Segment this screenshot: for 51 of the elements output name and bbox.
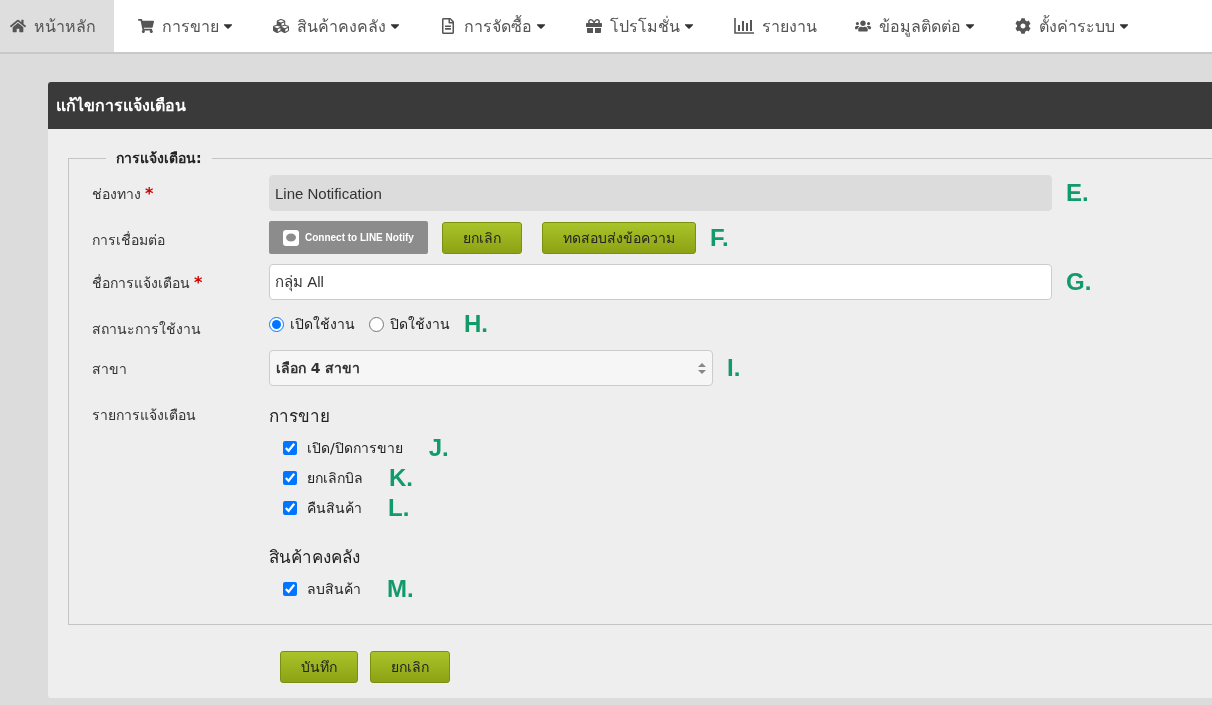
group-title: การขาย [269,405,331,428]
nav-icon [10,18,26,34]
field-label: การเชื่อมต่อ [92,230,166,250]
save-button[interactable]: บันทึก [280,651,358,683]
notification-option[interactable]: ลบสินค้า M. [283,574,449,604]
annotation-label: E. [1066,179,1089,207]
field-label: รายการแจ้งเตือน [92,406,197,425]
annotation-label: F. [709,223,729,252]
annotation-label: L. [388,494,410,522]
status-radio-option[interactable]: ปิดใช้งาน [369,313,450,335]
nav-icon [855,18,871,34]
annotation-label: I. [727,354,741,382]
test-message-button[interactable]: ทดสอบส่งข้อความ [541,221,696,254]
annotation-label: G. [1066,268,1092,296]
checkbox[interactable] [283,501,297,515]
nav-icon [440,18,456,34]
annotation-label: K. [389,464,413,492]
radio-button[interactable] [369,316,384,332]
nav-icon [138,18,154,34]
checkbox[interactable] [283,441,297,455]
chat-bubble-icon [283,229,299,246]
group-title: สินค้าคงคลัง [269,546,361,569]
notification-option[interactable]: เปิด/ปิดการขาย J. [283,433,449,463]
annotation-label: H. [464,310,488,338]
required-mark: * [145,184,154,203]
nav-icon [273,18,289,34]
annotation-label: M. [387,575,414,603]
nav-icon [586,18,602,34]
nav-icon [1015,18,1031,34]
channel-field[interactable]: Line Notification [269,175,1052,211]
cancel-button[interactable]: ยกเลิก [441,221,522,254]
cancel-button[interactable]: ยกเลิก [370,651,450,683]
notification-option[interactable]: ยกเลิกบิล K. [283,463,449,493]
panel-title: แก้ไขการแจ้งเตือน [48,82,1212,129]
bar-chart-icon [734,18,754,34]
status-radio-option[interactable]: เปิดใช้งาน [269,313,355,335]
annotation-label: J. [428,434,449,462]
radio-button[interactable] [269,316,284,332]
branch-select[interactable]: เลือก 4 สาขา [269,350,713,386]
nav-menu-item[interactable]: หน้าหลัก [0,0,114,52]
sort-arrows-icon [698,362,706,374]
fieldset-legend: การแจ้งเตือน: [106,147,212,169]
field-label: ชื่อการแจ้งเตือน * [92,272,204,294]
name-field[interactable]: กลุ่ม All [269,264,1052,300]
field-label: สาขา [92,360,128,379]
field-label: ช่องทาง * [92,183,155,205]
field-label: สถานะการใช้งาน [92,320,202,339]
required-mark: * [194,273,203,292]
checkbox[interactable] [283,471,297,485]
checkbox[interactable] [283,582,297,596]
notification-option[interactable]: คืนสินค้า L. [283,493,449,523]
